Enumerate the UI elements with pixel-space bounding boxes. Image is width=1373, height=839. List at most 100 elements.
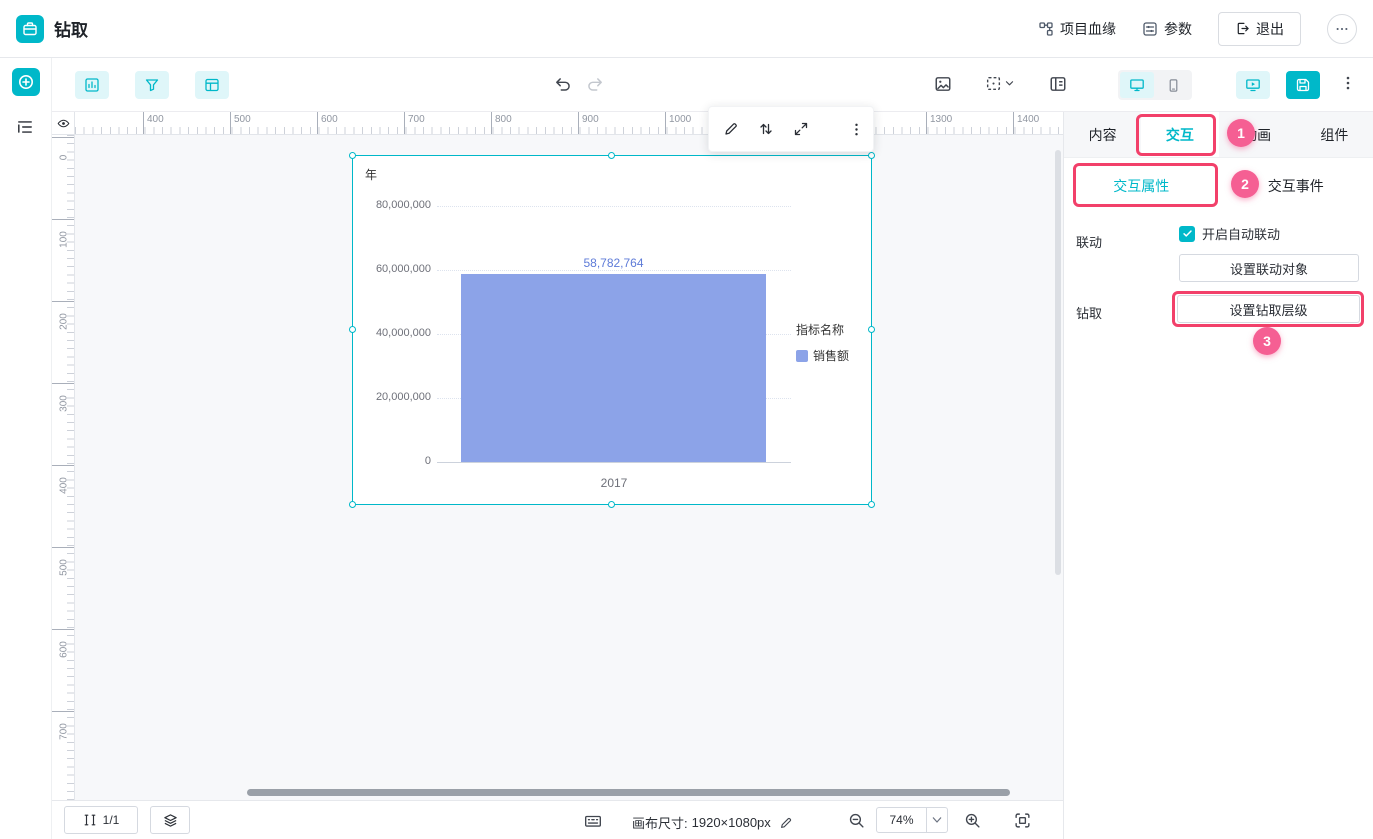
tab-component[interactable]: 组件 [1296,112,1373,157]
chevron-down-icon [927,816,947,824]
canvas-area: 40050060070080090010001100120013001400 0… [52,106,1063,800]
preview-button[interactable] [1236,71,1270,99]
selection-toolbar [708,106,874,152]
widget-buttons [75,71,229,99]
eye-icon [57,117,70,130]
desktop-view-button[interactable] [1120,72,1154,98]
h-ruler-label: 900 [578,112,599,134]
save-button[interactable] [1286,71,1320,99]
set-linkage-button[interactable]: 设置联动对象 [1179,254,1359,282]
preview-icon [1245,77,1261,93]
subtab-interaction-properties[interactable]: 交互属性 [1064,158,1219,214]
page-selector-button[interactable]: 1/1 [64,806,138,834]
vertical-scrollbar[interactable] [1055,150,1061,575]
h-ruler-label: 800 [491,112,512,134]
filter-widget-button[interactable] [135,71,169,99]
save-icon [1295,77,1311,93]
keyboard-shortcut-icon[interactable] [584,812,602,830]
guide-panel-icon[interactable] [1049,75,1067,93]
table-widget-button[interactable] [195,71,229,99]
project-lineage-button[interactable]: 项目血缘 [1038,19,1116,39]
fullscreen-icon[interactable] [793,121,809,137]
set-drill-levels-button[interactable]: 设置钻取层级 [1177,295,1360,323]
auto-linkage-checkbox-row[interactable]: 开启自动联动 [1179,224,1280,243]
ruler-corner[interactable] [52,112,75,135]
y-axis-label: 40,000,000 [375,327,431,339]
step-badge-2: 2 [1231,170,1259,198]
exit-label: 退出 [1256,20,1284,37]
panel-tabs: 内容 交互 动画 组件 [1064,112,1373,158]
horizontal-scrollbar[interactable] [247,789,1010,796]
device-switcher [1118,70,1192,100]
chart-component[interactable]: 年 80,000,000 60,000,000 40,000,000 20,000,0… [349,152,875,508]
params-icon [1142,21,1158,37]
selection-handle[interactable] [349,152,356,159]
selection-handle[interactable] [608,501,615,508]
checkbox-checked-icon[interactable] [1179,225,1195,242]
v-ruler-label: 300 [52,383,74,413]
edit-pencil-icon[interactable] [723,121,739,137]
selection-handle[interactable] [868,501,875,508]
redo-icon[interactable] [586,75,604,93]
bar-value-label: 58,782,764 [583,255,644,270]
fit-screen-icon[interactable] [1014,812,1031,829]
tab-content[interactable]: 内容 [1064,112,1141,157]
params-button[interactable]: 参数 [1142,19,1192,39]
bottom-bar: 1/1 画布尺寸: 1920×1080px 74% [52,800,1063,839]
right-panel: 内容 交互 动画 组件 交互属性 交互事件 联动 开启自动联动 设置联动对象 钻取 设… [1063,112,1373,839]
grid-settings-button[interactable] [985,75,1014,92]
layers-button[interactable] [150,806,190,834]
lineage-label: 项目血缘 [1060,20,1116,37]
ellipsis-icon [1335,22,1349,36]
h-ruler-label: 400 [143,112,164,134]
zoom-in-icon[interactable] [964,812,981,829]
selection-handle[interactable] [608,152,615,159]
canvas-size-value: 1920×1080px [691,815,771,830]
zoom-out-icon[interactable] [848,812,865,829]
lineage-icon [1038,21,1054,37]
toolbar-more-icon[interactable] [1340,75,1356,91]
more-menu-button[interactable] [1327,13,1357,44]
bar[interactable] [461,273,766,462]
legend-item[interactable]: 销售额 [796,347,849,364]
mobile-view-button[interactable] [1156,72,1190,98]
v-ruler: 0 100 200 300 400 500 600 700 [52,135,75,800]
selection-handle[interactable] [868,326,875,333]
legend-label: 销售额 [813,349,850,363]
left-sidebar [0,58,52,839]
auto-linkage-label: 开启自动联动 [1202,227,1281,242]
params-label: 参数 [1164,20,1192,37]
layers-icon [163,813,178,828]
v-ruler-label: 200 [52,301,74,331]
panel-subtabs: 交互属性 交互事件 [1064,158,1373,214]
v-ruler-label: 100 [52,219,74,249]
edit-canvas-size-icon[interactable] [779,816,793,830]
y-axis-label: 0 [424,455,431,467]
v-ruler-label: 700 [52,711,74,741]
zoom-level-select[interactable]: 74% [876,807,948,833]
selection-handle[interactable] [868,152,875,159]
canvas-size: 画布尺寸: 1920×1080px [632,813,793,832]
tab-interaction[interactable]: 交互 [1141,112,1219,157]
grid-select-icon [985,75,1002,92]
history-controls [554,75,604,93]
v-ruler-label: 400 [52,465,74,495]
selection-more-icon[interactable] [849,122,864,137]
layer-list-button[interactable] [16,118,34,136]
canvas-size-label: 画布尺寸: [632,816,688,831]
exit-button[interactable]: 退出 [1218,11,1301,46]
x-axis-line [437,462,791,463]
app-window: 钻取 项目血缘 参数 退出 400 500 600 700 800 900 10… [0,0,1373,839]
add-component-button[interactable] [12,68,40,96]
step-badge-3: 3 [1253,327,1281,355]
legend-title: 指标名称 [796,323,845,337]
exit-icon [1235,21,1250,36]
thumbnail-icon[interactable] [934,75,952,93]
canvas-viewport[interactable]: 年 80,000,000 60,000,000 40,000,000 20,000,0… [75,135,1063,800]
gridline [437,270,791,271]
swap-arrows-icon[interactable] [758,121,774,137]
selection-handle[interactable] [349,501,356,508]
undo-icon[interactable] [554,75,572,93]
chart-widget-button[interactable] [75,71,109,99]
h-ruler-label: 1300 [926,112,952,134]
